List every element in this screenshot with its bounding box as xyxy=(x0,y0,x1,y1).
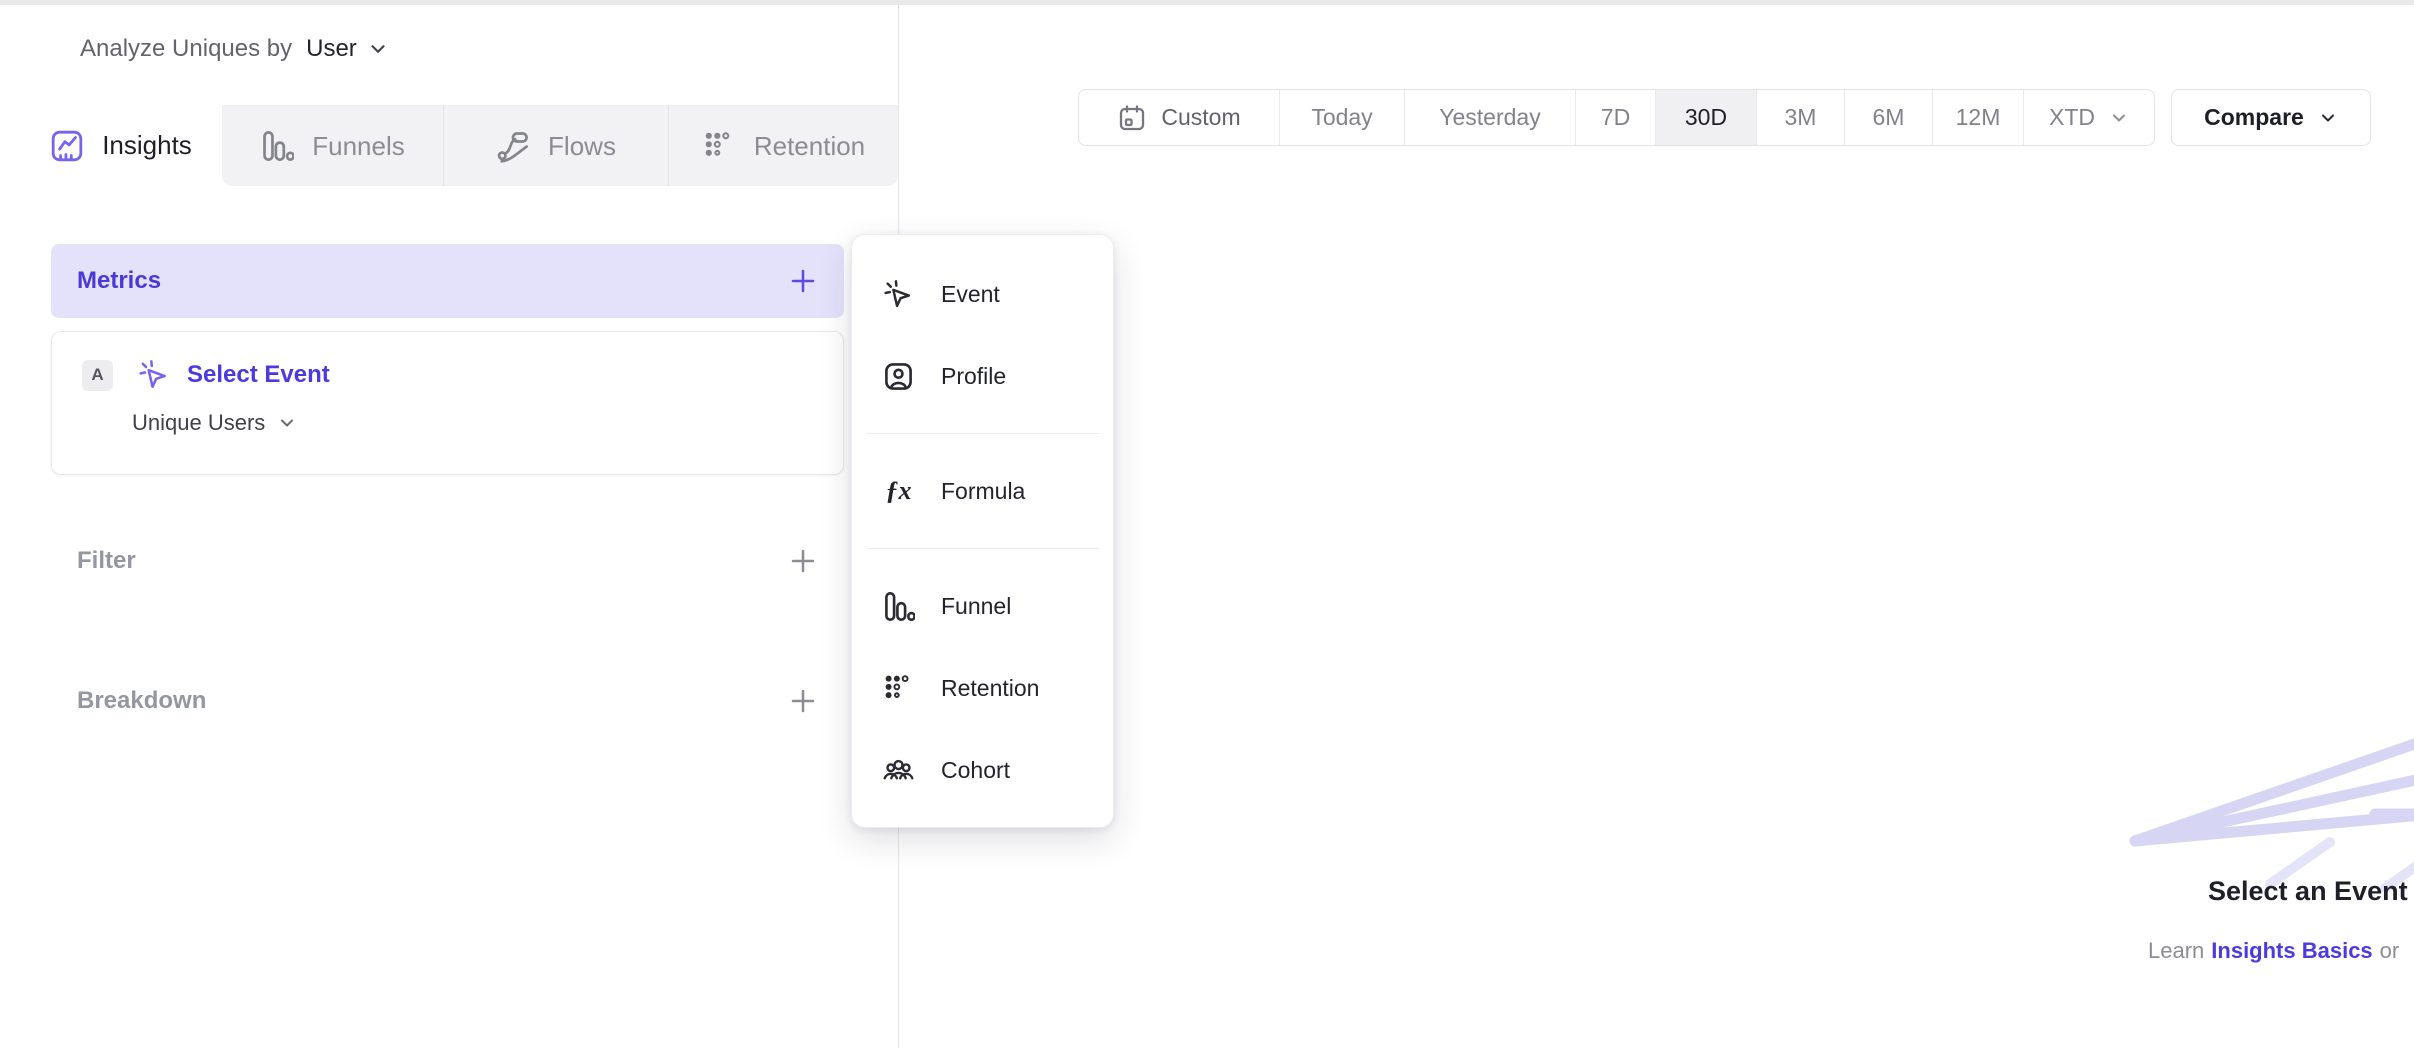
learn-prefix: Learn xyxy=(2148,938,2204,963)
plus-icon[interactable] xyxy=(788,546,818,576)
filter-title: Filter xyxy=(77,547,136,575)
inactive-tab-group: Funnels Flows Retention xyxy=(222,105,898,186)
date-yesterday-button[interactable]: Yesterday xyxy=(1404,90,1575,145)
date-button-label: 30D xyxy=(1685,104,1727,131)
tab-funnels[interactable]: Funnels xyxy=(222,106,443,186)
compare-button[interactable]: Compare xyxy=(2171,89,2371,146)
measure-value: Unique Users xyxy=(132,410,265,436)
cohort-people-icon xyxy=(882,754,915,787)
menu-item-label: Formula xyxy=(941,478,1025,505)
chevron-down-icon xyxy=(277,413,297,433)
select-event-button[interactable]: Select Event xyxy=(187,361,330,389)
chevron-down-icon xyxy=(2109,108,2129,128)
menu-divider xyxy=(866,548,1099,549)
metric-card[interactable]: A Select Event Unique Users xyxy=(51,331,844,475)
menu-item-label: Profile xyxy=(941,363,1006,390)
event-click-icon xyxy=(137,358,171,392)
chevron-down-icon xyxy=(2318,108,2338,128)
flows-stream-icon xyxy=(496,129,530,163)
metric-card-row: A Select Event xyxy=(82,358,843,392)
tab-flows[interactable]: Flows xyxy=(443,106,668,186)
tab-retention-label: Retention xyxy=(754,131,865,162)
report-tabbar: Insights Funnels Flows xyxy=(20,105,898,186)
filter-section[interactable]: Filter xyxy=(51,527,844,595)
empty-state-title: Select an Event xyxy=(2208,876,2408,907)
date-7d-button[interactable]: 7D xyxy=(1575,90,1655,145)
analysis-by-value: User xyxy=(306,35,357,63)
add-metric-menu: Event Profile ƒx Formula Funnel Retentio… xyxy=(851,234,1114,828)
menu-item-label: Funnel xyxy=(941,593,1011,620)
date-button-label: 3M xyxy=(1785,104,1817,131)
date-button-label: Yesterday xyxy=(1439,104,1540,131)
empty-state-subtitle: Learn Insights Basics or xyxy=(2148,938,2399,964)
metrics-section-header[interactable]: Metrics xyxy=(51,244,844,318)
date-button-label: 12M xyxy=(1956,104,2001,131)
empty-state-illustration xyxy=(2120,616,2414,906)
analysis-header-label: Analyze Uniques by xyxy=(80,35,292,63)
calendar-icon xyxy=(1117,103,1147,133)
date-range-bar: Custom Today Yesterday 7D 30D 3M 6M 12M … xyxy=(1078,89,2155,146)
menu-item-label: Event xyxy=(941,281,1000,308)
date-today-button[interactable]: Today xyxy=(1279,90,1404,145)
date-button-label: Custom xyxy=(1161,104,1240,131)
funnel-bars-icon xyxy=(260,129,294,163)
date-button-label: Today xyxy=(1311,104,1372,131)
event-click-icon xyxy=(882,278,915,311)
profile-card-icon xyxy=(882,360,915,393)
metric-letter-badge: A xyxy=(82,360,113,391)
retention-dots-icon xyxy=(702,129,736,163)
formula-fx-icon: ƒx xyxy=(882,476,915,506)
tab-funnels-label: Funnels xyxy=(312,131,405,162)
insights-basics-link[interactable]: Insights Basics xyxy=(2211,938,2372,963)
menu-divider xyxy=(866,433,1099,434)
menu-item-label: Cohort xyxy=(941,757,1010,784)
tab-retention[interactable]: Retention xyxy=(668,106,898,186)
compare-label: Compare xyxy=(2204,104,2304,131)
menu-item-label: Retention xyxy=(941,675,1039,702)
measure-dropdown[interactable]: Unique Users xyxy=(132,410,843,436)
analysis-header[interactable]: Analyze Uniques by User xyxy=(80,35,389,63)
date-button-label: 7D xyxy=(1601,104,1630,131)
metrics-title: Metrics xyxy=(77,267,161,295)
analysis-by-dropdown[interactable]: User xyxy=(306,35,389,63)
funnel-bars-icon xyxy=(882,590,915,623)
menu-item-profile[interactable]: Profile xyxy=(852,335,1113,417)
tab-flows-label: Flows xyxy=(548,131,616,162)
learn-suffix: or xyxy=(2380,938,2400,963)
menu-item-funnel[interactable]: Funnel xyxy=(852,565,1113,647)
breakdown-title: Breakdown xyxy=(77,687,206,715)
date-button-label: XTD xyxy=(2049,104,2095,131)
tab-insights[interactable]: Insights xyxy=(20,105,222,186)
query-builder-panel: Analyze Uniques by User Insights Funnels xyxy=(0,5,899,1048)
tab-insights-label: Insights xyxy=(102,130,192,161)
plus-icon[interactable] xyxy=(788,686,818,716)
plus-icon[interactable] xyxy=(788,266,818,296)
menu-item-retention[interactable]: Retention xyxy=(852,647,1113,729)
date-button-label: 6M xyxy=(1873,104,1905,131)
menu-item-event[interactable]: Event xyxy=(852,253,1113,335)
menu-item-formula[interactable]: ƒx Formula xyxy=(852,450,1113,532)
chevron-down-icon xyxy=(367,38,389,60)
breakdown-section[interactable]: Breakdown xyxy=(51,667,844,735)
date-3m-button[interactable]: 3M xyxy=(1756,90,1844,145)
insights-chart-icon xyxy=(50,129,84,163)
date-6m-button[interactable]: 6M xyxy=(1844,90,1932,145)
retention-dots-icon xyxy=(882,672,915,705)
date-30d-button[interactable]: 30D xyxy=(1655,90,1756,145)
menu-item-cohort[interactable]: Cohort xyxy=(852,729,1113,811)
date-12m-button[interactable]: 12M xyxy=(1932,90,2023,145)
date-custom-button[interactable]: Custom xyxy=(1079,90,1279,145)
date-xtd-dropdown[interactable]: XTD xyxy=(2023,90,2154,145)
